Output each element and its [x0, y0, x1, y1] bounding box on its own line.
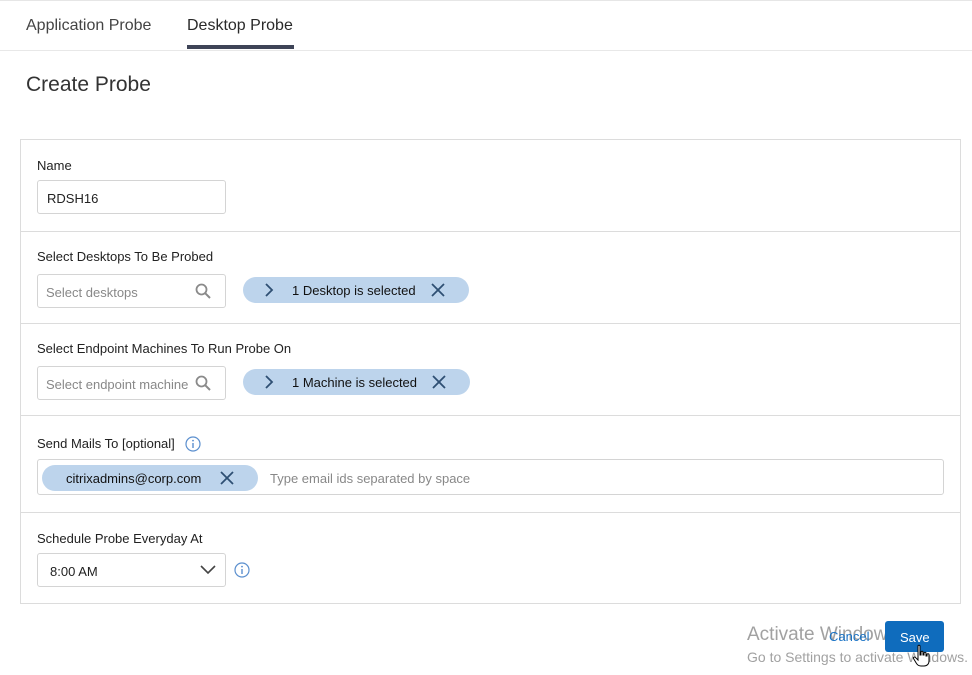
endpoints-section: Select Endpoint Machines To Run Probe On… — [21, 324, 960, 416]
info-icon[interactable] — [234, 562, 250, 578]
name-field[interactable]: RDSH16 — [37, 180, 226, 214]
activate-windows-title: Activate Windows — [747, 624, 897, 645]
name-section: Name RDSH16 — [21, 140, 960, 232]
cancel-button[interactable]: Cancel — [829, 629, 869, 644]
mails-section: Send Mails To [optional] citrixadmins@co… — [21, 416, 960, 513]
close-icon[interactable] — [432, 375, 446, 389]
desktops-search-input[interactable]: Select desktops — [37, 274, 226, 308]
schedule-time-value: 8:00 AM — [50, 564, 98, 579]
email-chip-text: citrixadmins@corp.com — [66, 471, 202, 486]
schedule-label: Schedule Probe Everyday At — [37, 531, 203, 546]
chevron-right-icon[interactable] — [263, 283, 275, 297]
endpoints-label: Select Endpoint Machines To Run Probe On — [37, 341, 292, 356]
save-button-label: Save — [900, 630, 930, 645]
desktop-selection-chip[interactable]: 1 Desktop is selected — [243, 277, 469, 303]
info-icon[interactable] — [185, 436, 201, 452]
mails-label: Send Mails To [optional] — [37, 436, 175, 451]
name-value: RDSH16 — [47, 191, 99, 206]
desktops-label: Select Desktops To Be Probed — [37, 249, 214, 264]
probe-tabs: Application Probe Desktop Probe — [0, 1, 972, 51]
tab-desktop-probe[interactable]: Desktop Probe — [187, 17, 293, 35]
hand-cursor-icon — [912, 644, 930, 667]
schedule-section: Schedule Probe Everyday At 8:00 AM — [21, 513, 960, 603]
endpoints-placeholder: Select endpoint machine — [46, 377, 189, 392]
machine-selection-text: 1 Machine is selected — [292, 375, 418, 390]
mails-input[interactable]: citrixadmins@corp.com Type email ids sep… — [37, 459, 944, 495]
email-chip[interactable]: citrixadmins@corp.com — [42, 465, 258, 491]
mails-placeholder: Type email ids separated by space — [270, 471, 471, 486]
tab-application-probe[interactable]: Application Probe — [26, 17, 151, 35]
search-icon[interactable] — [195, 375, 211, 391]
endpoints-search-input[interactable]: Select endpoint machine — [37, 366, 226, 400]
chevron-right-icon[interactable] — [263, 375, 275, 389]
close-icon[interactable] — [431, 283, 445, 297]
desktop-selection-text: 1 Desktop is selected — [292, 283, 416, 298]
chevron-down-icon[interactable] — [200, 565, 216, 575]
search-icon[interactable] — [195, 283, 211, 299]
machine-selection-chip[interactable]: 1 Machine is selected — [243, 369, 470, 395]
desktops-section: Select Desktops To Be Probed Select desk… — [21, 232, 960, 324]
desktops-placeholder: Select desktops — [46, 285, 138, 300]
create-probe-form: Name RDSH16 Select Desktops To Be Probed… — [20, 139, 961, 604]
active-tab-indicator — [187, 45, 294, 49]
name-label: Name — [37, 158, 72, 173]
schedule-time-select[interactable]: 8:00 AM — [37, 553, 226, 587]
page-title: Create Probe — [26, 73, 151, 96]
close-icon[interactable] — [220, 471, 234, 485]
